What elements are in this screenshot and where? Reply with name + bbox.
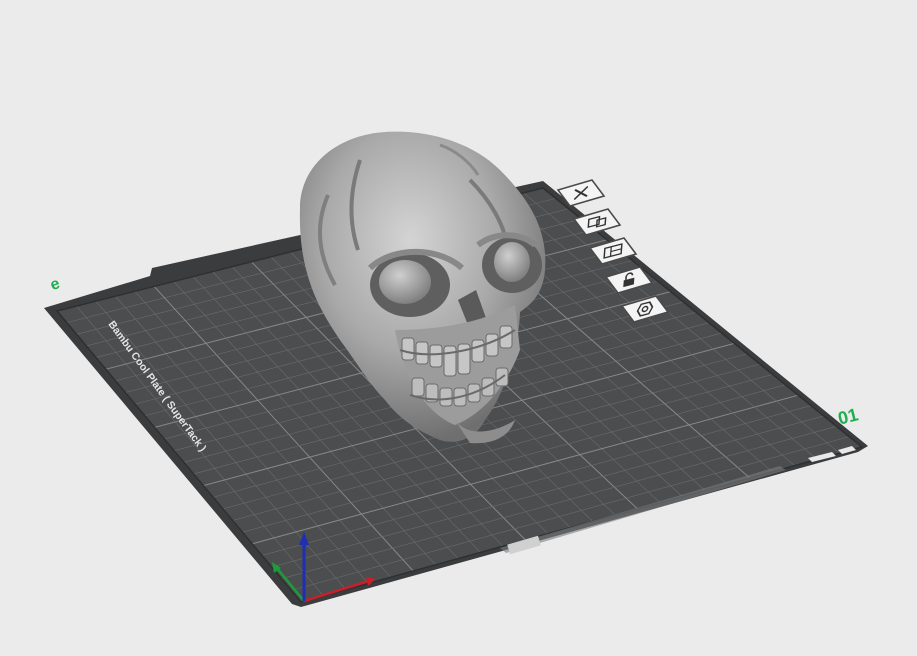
tooth (429, 344, 443, 368)
tooth (439, 387, 453, 407)
skull-eye-right (494, 242, 530, 282)
plate-number: 01 (836, 404, 860, 428)
scene-canvas[interactable]: Bambu Cool Plate ( SuperTack ) 01 e (0, 0, 917, 656)
tooth (411, 377, 425, 397)
tooth (485, 333, 499, 357)
tooth (401, 337, 415, 361)
skull-eye-left (379, 260, 431, 304)
3d-viewport[interactable]: Bambu Cool Plate ( SuperTack ) 01 e (0, 0, 917, 656)
tooth (471, 339, 485, 363)
plate-corner-mark: e (48, 275, 62, 294)
tooth (443, 345, 457, 377)
